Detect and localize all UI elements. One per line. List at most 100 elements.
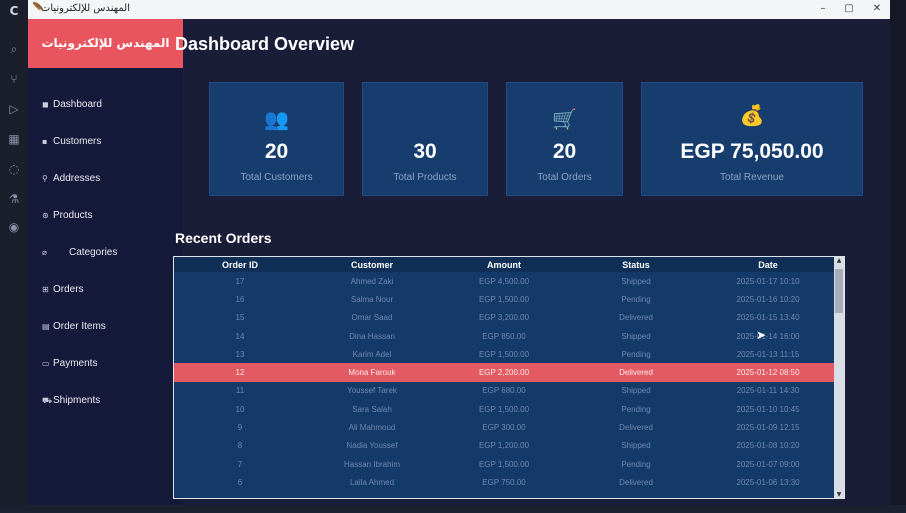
table-cell: 2025-01-06 13:30 [736, 477, 800, 487]
table-row[interactable]: 10 Sara Salah EGP 1,500.00 Pending 2025-01-1… [174, 400, 834, 418]
address-pin-icon: ⚲ [42, 174, 48, 183]
table-row[interactable]: 7 Hassan Ibrahim EGP 1,500.00 Pending 2025-0… [174, 455, 834, 473]
stat-card-orders: 🛒 20 Total Orders [506, 82, 623, 196]
money-bag-icon: 💰 [739, 103, 765, 127]
products-icon: ⊛ [42, 211, 49, 220]
column-header-customer[interactable]: Customer [306, 257, 438, 272]
sidebar-item-dashboard[interactable]: ◼ Dashboard [42, 97, 102, 113]
search-icon[interactable]: ⌕ [7, 42, 21, 56]
column-header-order-id[interactable]: Order ID [174, 257, 306, 272]
stat-value: 20 [552, 140, 577, 163]
table-cell: 2025-01-09 12:15 [736, 423, 800, 433]
table-row[interactable]: 12 Mona Farouk EGP 2,200.00 Delivered 2025-0… [174, 363, 834, 382]
stat-value: EGP 75,050.00 [680, 140, 824, 163]
table-cell: EGP 850.00 [482, 331, 526, 341]
table-cell: EGP 3,200.00 [478, 313, 530, 323]
stat-value: 20 [264, 140, 289, 163]
sidebar-item-label: Products [53, 210, 93, 221]
table-cell: EGP 680.00 [482, 386, 526, 396]
table-header-row: Order ID Customer Amount Status Date [174, 257, 834, 272]
table-row[interactable]: 8 Nadia Youssef EGP 1,200.00 Shipped 2025-01… [174, 437, 834, 455]
page-title: Dashboard Overview [175, 34, 355, 54]
stat-label: Total Orders [537, 172, 592, 183]
source-control-icon[interactable]: ⑂ [7, 72, 21, 86]
sidebar-item-payments[interactable]: ▭ Payments [42, 356, 97, 372]
table-cell: 2025-01-12 08:50 [702, 363, 834, 382]
minimize-button[interactable]: – [814, 2, 832, 16]
sidebar-item-orders[interactable]: ⊞ Orders [42, 282, 84, 298]
table-cell: EGP 1,500.00 [478, 459, 530, 469]
table-row[interactable]: 13 Karim Adel EGP 1,500.00 Pending 2025-01-1… [174, 345, 834, 363]
sidebar-item-categories[interactable]: ⌀ Categories [42, 245, 117, 261]
table-row[interactable]: 16 Salma Nour EGP 1,500.00 Pending 2025-01-1… [174, 290, 834, 308]
sidebar-item-shipments[interactable]: ⛟Shipments [42, 393, 100, 409]
table-cell: 6 [237, 477, 243, 487]
table-cell: Dina Hassan [349, 331, 395, 341]
table-cell: 17 [235, 276, 245, 286]
payment-card-icon: ▭ [42, 359, 50, 368]
table-cell: Laila Ahmed [349, 477, 395, 487]
table-cell: 10 [235, 404, 245, 414]
table-cell: EGP 1,200.00 [478, 441, 530, 451]
table-cell: Ahmed Zaki [350, 276, 394, 286]
table-row[interactable]: 17 Ahmed Zaki EGP 4,500.00 Shipped 2025-01-1… [174, 272, 834, 290]
table-cell: 14 [235, 331, 245, 341]
column-header-date[interactable]: Date [702, 257, 834, 272]
stat-label: Total Customers [240, 172, 313, 183]
orders-grid: Order ID Customer Amount Status Date 17 A… [174, 257, 834, 492]
run-debug-icon[interactable]: ▷ [7, 102, 21, 116]
table-row[interactable]: 15 Omar Saad EGP 3,200.00 Delivered 2025-01-… [174, 309, 834, 327]
sidebar-item-addresses[interactable]: ⚲ Addresses [42, 171, 100, 187]
table-cell: 16 [235, 294, 245, 304]
sidebar-item-products[interactable]: ⊛ Products [42, 208, 92, 224]
table-cell: Salma Nour [350, 294, 394, 304]
ide-status-bar [0, 505, 906, 513]
scroll-thumb[interactable] [835, 269, 843, 313]
table-cell: EGP 300.00 [482, 423, 526, 433]
ide-right-gutter [890, 0, 906, 513]
table-scrollbar[interactable]: ▲ ▼ [834, 257, 844, 498]
sidebar-item-label: Payments [53, 358, 98, 369]
table-cell: EGP 2,200.00 [438, 363, 570, 382]
sidebar-item-label: Order Items [53, 321, 106, 332]
table-cell: Pending [621, 459, 651, 469]
sidebar-item-customers[interactable]: ▪ Customers [42, 134, 101, 150]
table-cell: EGP 1,500.00 [478, 404, 530, 414]
table-cell: Ali Mahmoud [348, 423, 396, 433]
table-cell: 2025-01-10 10:45 [736, 404, 800, 414]
scroll-up-icon[interactable]: ▲ [834, 257, 844, 264]
table-body: 17 Ahmed Zaki EGP 4,500.00 Shipped 2025-01-1… [174, 272, 834, 492]
table-cell: Delivered [619, 477, 653, 487]
ide-activity-bar: C ⌕ ⑂ ▷ ▦ ◌ ⚗ ◉ [0, 0, 28, 513]
table-cell: 2025-01-08 10:20 [736, 441, 800, 451]
maximize-button[interactable]: ▢ [840, 2, 858, 16]
table-cell: Shipped [621, 276, 651, 286]
window-title: المهندس للإلكترونيات [40, 3, 130, 14]
table-cell: Hassan Ibrahim [343, 459, 401, 469]
table-row[interactable]: 6 Laila Ahmed EGP 750.00 Delivered 2025-01-0… [174, 473, 834, 491]
table-cell: 7 [237, 459, 243, 469]
table-cell: Shipped [621, 386, 651, 396]
table-cell: 2025-01-16 10:20 [736, 294, 800, 304]
chat-icon[interactable]: ◌ [7, 162, 21, 176]
table-cell: Delivered [619, 423, 653, 433]
table-row[interactable]: 9 Ali Mahmoud EGP 300.00 Delivered 2025-01-0… [174, 418, 834, 436]
close-button[interactable]: ✕ [868, 2, 886, 16]
table-cell: EGP 1,500.00 [478, 294, 530, 304]
sidebar-item-order-items[interactable]: ▤ Order Items [42, 319, 106, 335]
cart-icon: ⊞ [42, 285, 49, 294]
truck-icon: ⛟ [42, 396, 53, 405]
mouse-cursor-icon: ➤ [756, 328, 767, 342]
table-cell: 2025-01-07 09:00 [736, 459, 800, 469]
table-row[interactable]: 11 Youssef Tarek EGP 680.00 Shipped 2025-01-… [174, 382, 834, 400]
extensions-icon[interactable]: ▦ [7, 132, 21, 146]
table-row[interactable]: 14 Dina Hassan EGP 850.00 Shipped 2025-01-14… [174, 327, 834, 345]
table-cell: Pending [621, 349, 651, 359]
table-cell: Shipped [621, 331, 651, 341]
remote-icon[interactable]: ◉ [7, 220, 21, 234]
scroll-down-icon[interactable]: ▼ [834, 491, 844, 498]
column-header-amount[interactable]: Amount [438, 257, 570, 272]
flask-icon[interactable]: ⚗ [7, 192, 21, 206]
column-header-status[interactable]: Status [570, 257, 702, 272]
table-cell: 12 [174, 363, 306, 382]
